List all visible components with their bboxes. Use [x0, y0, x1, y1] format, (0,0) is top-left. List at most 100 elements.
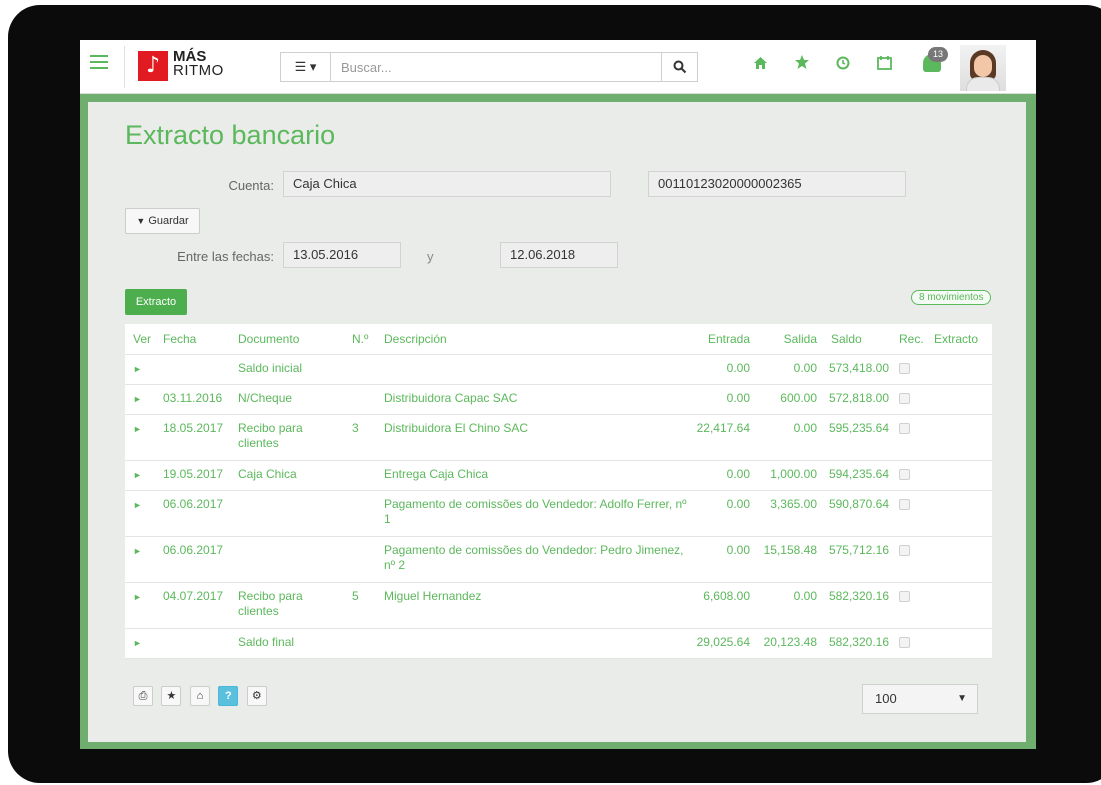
cell-saldo: 590,870.64 [821, 490, 893, 537]
cell-extracto [930, 460, 992, 491]
expand-arrow-icon[interactable]: ► [133, 592, 142, 602]
search-filter-dropdown[interactable]: ☰ ▾ [281, 53, 331, 81]
page-size-select[interactable]: 100 ▼ [862, 684, 978, 714]
cell-fecha [159, 628, 234, 659]
cell-numero [348, 490, 380, 537]
search-icon[interactable] [661, 53, 697, 81]
cell-salida: 15,158.48 [754, 536, 821, 583]
star-icon[interactable] [794, 54, 810, 74]
col-salida[interactable]: Salida [754, 324, 821, 355]
home-add-icon[interactable]: ⌂ [189, 686, 210, 706]
date-separator-label: y [427, 249, 434, 264]
logo-line-2: RITMO [173, 62, 224, 79]
rec-checkbox[interactable] [899, 392, 910, 404]
cell-saldo: 572,818.00 [821, 384, 893, 415]
print-icon[interactable]: ⎙ [133, 686, 153, 706]
cell-extracto [930, 536, 992, 583]
help-icon[interactable]: ? [218, 686, 239, 706]
cell-salida: 0.00 [754, 354, 821, 385]
gear-icon[interactable]: ⚙ [246, 686, 267, 706]
guardar-label: Guardar [148, 215, 189, 227]
hamburger-menu-icon[interactable] [90, 55, 108, 69]
rec-checkbox[interactable] [899, 422, 910, 434]
expand-arrow-icon[interactable]: ► [133, 638, 142, 648]
user-avatar[interactable] [960, 45, 1006, 91]
table-row[interactable]: ► 19.05.2017 Caja Chica Entrega Caja Chi… [125, 460, 992, 491]
expand-arrow-icon[interactable]: ► [133, 424, 142, 434]
col-fecha[interactable]: Fecha [159, 324, 234, 355]
calendar-icon[interactable] [877, 56, 892, 74]
table-row[interactable]: ► 06.06.2017 Pagamento de comissões do V… [125, 536, 992, 583]
cell-documento: Saldo inicial [234, 354, 348, 385]
cell-extracto [930, 414, 992, 461]
col-numero[interactable]: N.º [348, 324, 380, 355]
date-to-field[interactable]: 12.06.2018 [500, 242, 618, 268]
cell-entrada: 22,417.64 [691, 414, 754, 461]
logo-icon: ♪ [138, 51, 168, 81]
table-row[interactable]: ► 06.06.2017 Pagamento de comissões do V… [125, 490, 992, 537]
cell-numero [348, 460, 380, 491]
cell-extracto [930, 384, 992, 415]
notification-count-badge: 13 [928, 47, 948, 62]
expand-arrow-icon[interactable]: ► [133, 470, 142, 480]
clock-icon[interactable] [836, 56, 850, 74]
cell-entrada: 0.00 [691, 460, 754, 491]
col-descripcion[interactable]: Descripción [380, 324, 691, 355]
table-row[interactable]: ► 18.05.2017 Recibo para clientes 3 Dist… [125, 414, 992, 461]
logo-text: MÁS RITMO [173, 49, 224, 79]
cell-descripcion: Pagamento de comissões do Vendedor: Pedr… [380, 536, 691, 583]
table-row[interactable]: ► 03.11.2016 N/Cheque Distribuidora Capa… [125, 384, 992, 415]
main-panel: Extracto bancario Cuenta: Caja Chica 001… [88, 102, 1026, 742]
extracto-button[interactable]: Extracto [125, 289, 187, 315]
cuenta-field[interactable]: Caja Chica [283, 171, 611, 197]
search-input[interactable] [333, 53, 663, 81]
col-extracto[interactable]: Extracto [930, 324, 992, 355]
cell-salida: 1,000.00 [754, 460, 821, 491]
cell-numero: 3 [348, 414, 380, 461]
expand-arrow-icon[interactable]: ► [133, 394, 142, 404]
page-title: Extracto bancario [125, 120, 336, 150]
cell-salida: 20,123.48 [754, 628, 821, 659]
fechas-label: Entre las fechas: [177, 249, 274, 264]
home-icon[interactable] [753, 56, 768, 74]
cell-descripcion: Distribuidora El Chino SAC [380, 414, 691, 461]
expand-arrow-icon[interactable]: ► [133, 546, 142, 556]
cell-saldo: 573,418.00 [821, 354, 893, 385]
col-documento[interactable]: Documento [234, 324, 348, 355]
cell-entrada: 6,608.00 [691, 582, 754, 629]
cell-descripcion [380, 628, 691, 659]
expand-arrow-icon[interactable]: ► [133, 364, 142, 374]
footer-toolbar: ⎙ ★ ⌂ ? ⚙ [133, 686, 271, 706]
rec-checkbox[interactable] [899, 362, 910, 374]
table-row[interactable]: ► Saldo final 29,025.64 20,123.48 582,32… [125, 628, 992, 659]
cell-saldo: 582,320.16 [821, 628, 893, 659]
col-ver[interactable]: Ver [125, 324, 159, 355]
cell-descripcion [380, 354, 691, 385]
cell-documento: Saldo final [234, 628, 348, 659]
date-from-field[interactable]: 13.05.2016 [283, 242, 401, 268]
rec-checkbox[interactable] [899, 636, 910, 648]
rec-checkbox[interactable] [899, 590, 910, 602]
rec-checkbox[interactable] [899, 544, 910, 556]
top-bar: ♪ MÁS RITMO ☰ ▾ 13 [80, 40, 1036, 94]
chevron-down-icon: ▼ [957, 693, 967, 704]
cell-saldo: 575,712.16 [821, 536, 893, 583]
account-number-field[interactable]: 00110123020000002365 [648, 171, 906, 197]
guardar-button[interactable]: ▼ Guardar [125, 208, 200, 234]
star-icon[interactable]: ★ [161, 686, 182, 706]
table-row[interactable]: ► 04.07.2017 Recibo para clientes 5 Migu… [125, 582, 992, 629]
rec-checkbox[interactable] [899, 468, 910, 480]
col-rec[interactable]: Rec. [893, 324, 930, 355]
page-size-value: 100 [875, 691, 897, 706]
table-row[interactable]: ► Saldo inicial 0.00 0.00 573,418.00 [125, 354, 992, 385]
cell-entrada: 0.00 [691, 536, 754, 583]
col-entrada[interactable]: Entrada [691, 324, 754, 355]
expand-arrow-icon[interactable]: ► [133, 500, 142, 510]
rec-checkbox[interactable] [899, 498, 910, 510]
search-group: ☰ ▾ [280, 52, 698, 82]
col-saldo[interactable]: Saldo [821, 324, 893, 355]
cell-salida: 0.00 [754, 582, 821, 629]
cell-extracto [930, 490, 992, 537]
cell-descripcion: Entrega Caja Chica [380, 460, 691, 491]
app-screen: ♪ MÁS RITMO ☰ ▾ 13 Extrac [80, 40, 1036, 749]
